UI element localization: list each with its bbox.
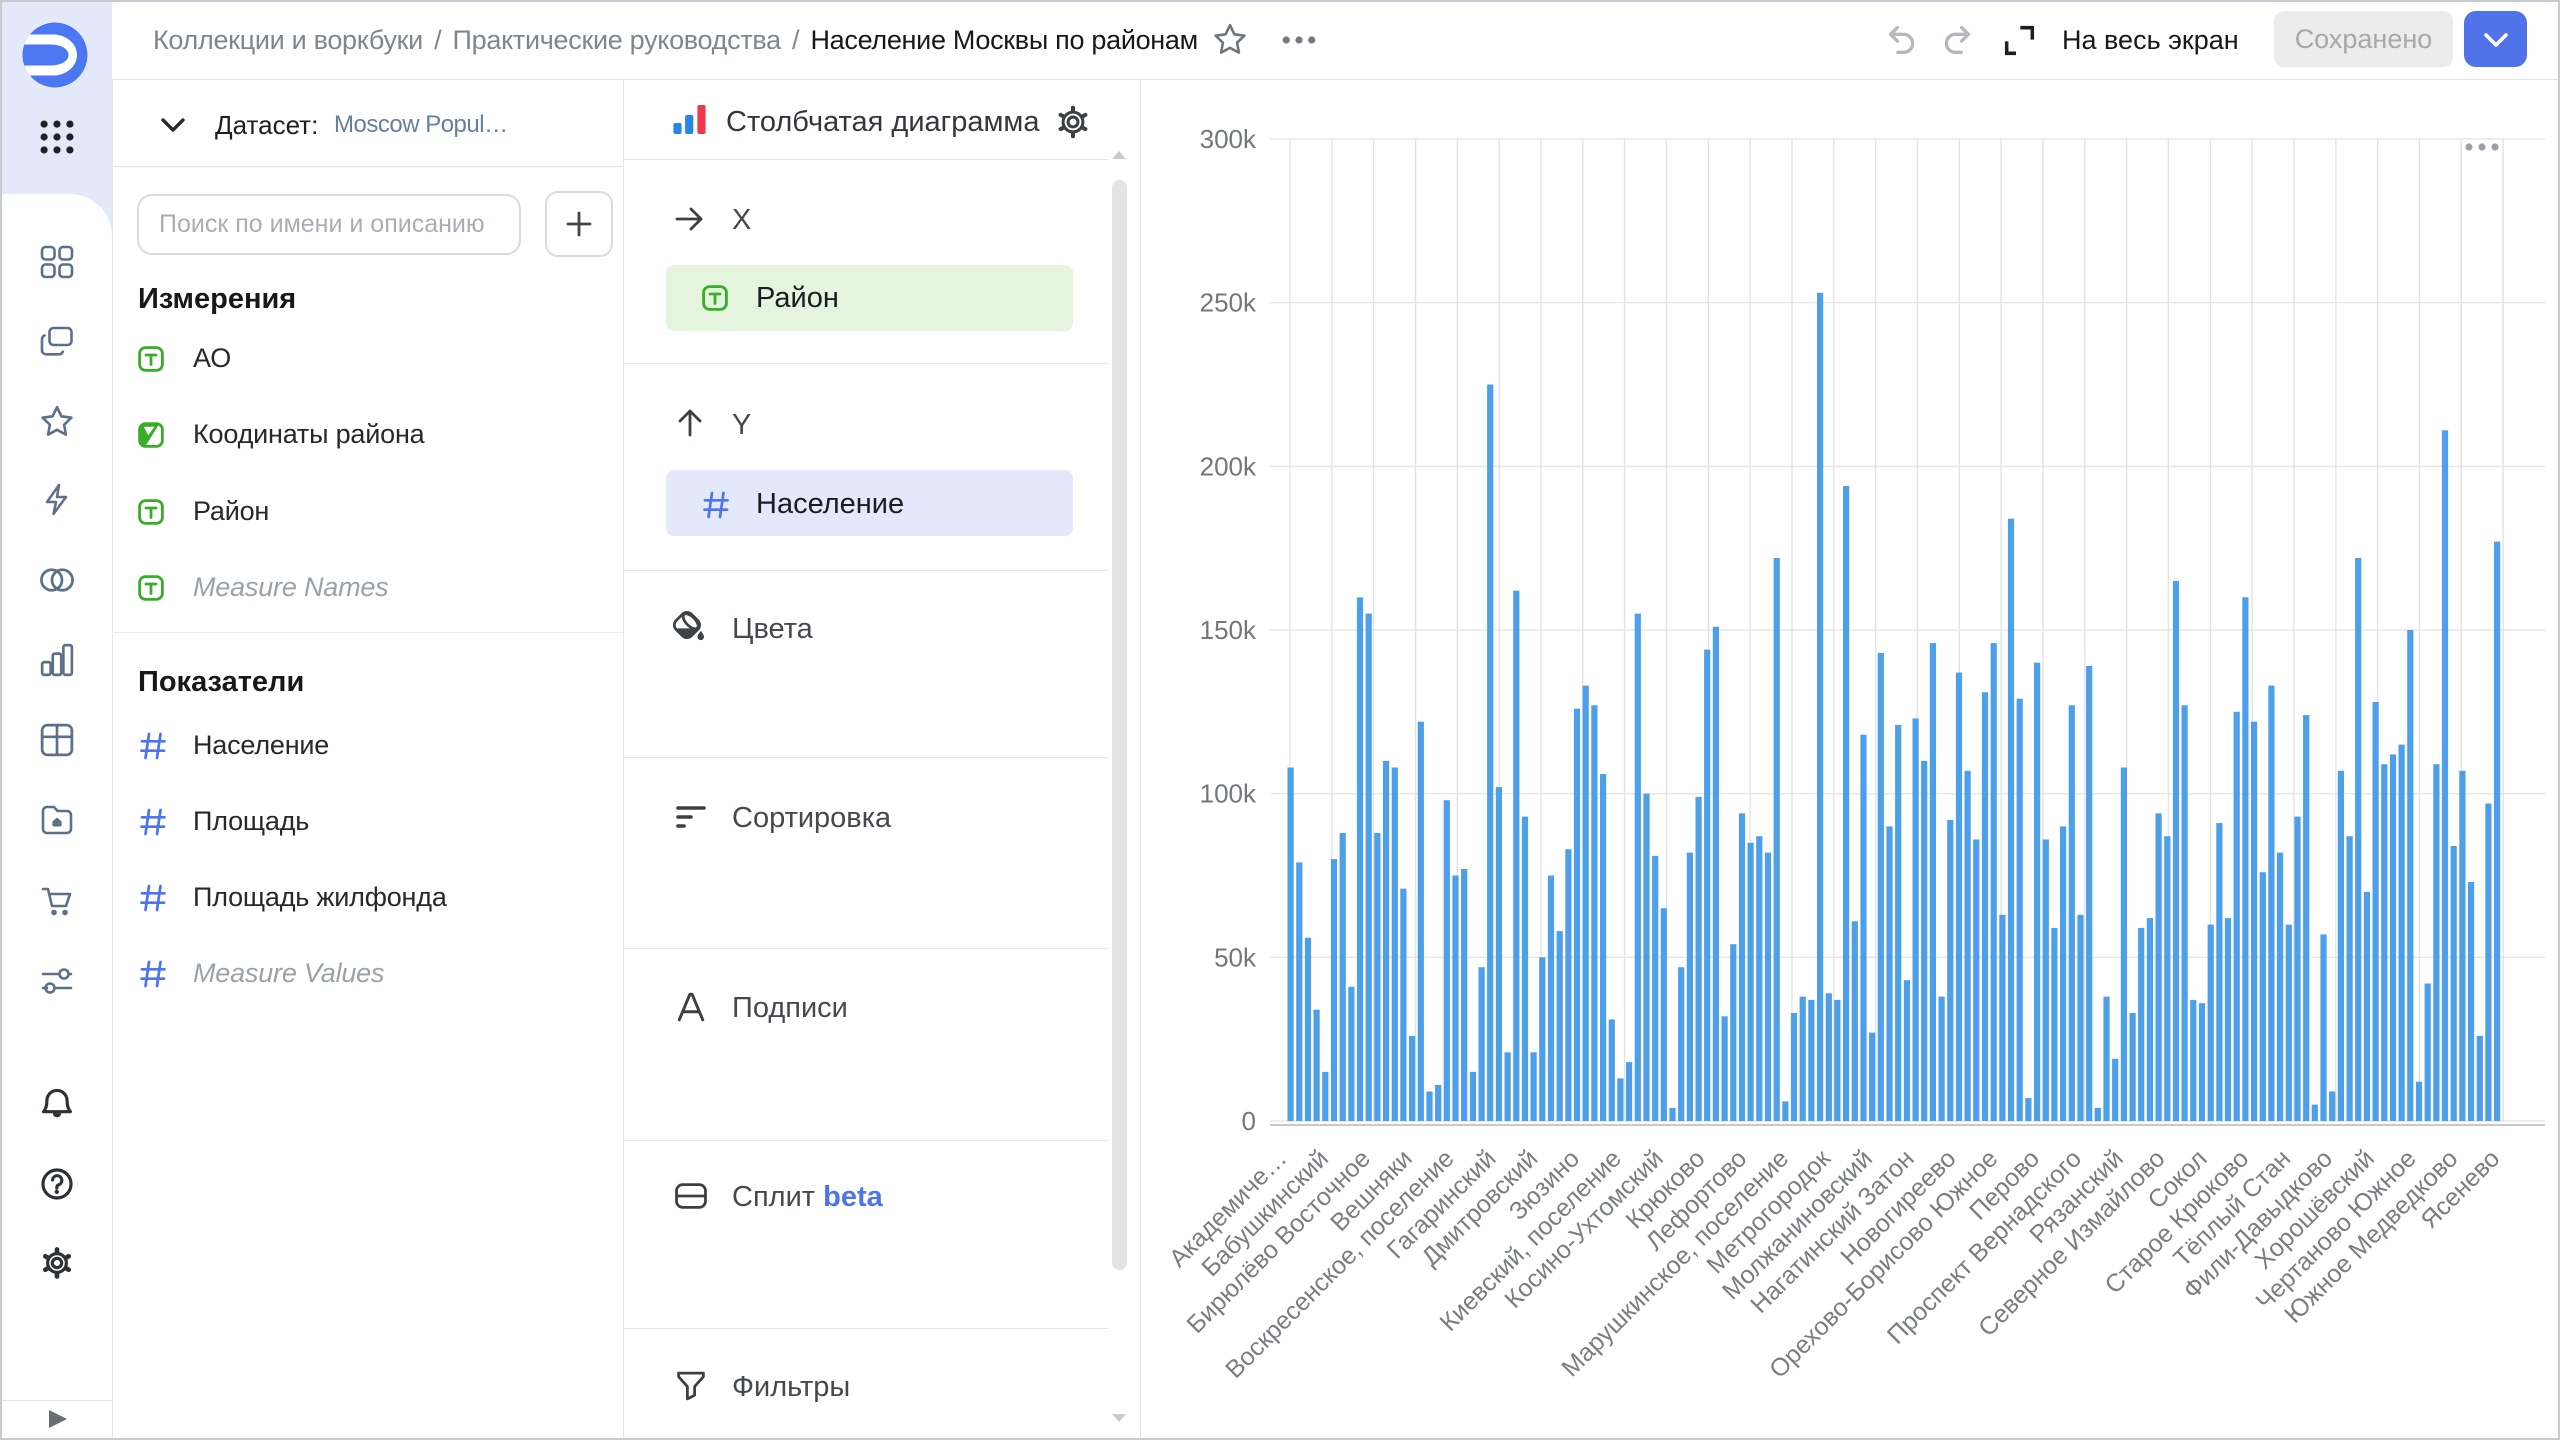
svg-text:0: 0 <box>1242 1106 1256 1136</box>
svg-text:50k: 50k <box>1214 942 1257 972</box>
svg-text:200k: 200k <box>1200 451 1257 481</box>
svg-text:250k: 250k <box>1200 288 1257 318</box>
svg-text:150k: 150k <box>1200 615 1257 645</box>
svg-text:100k: 100k <box>1200 779 1257 809</box>
svg-text:300k: 300k <box>1200 124 1257 154</box>
